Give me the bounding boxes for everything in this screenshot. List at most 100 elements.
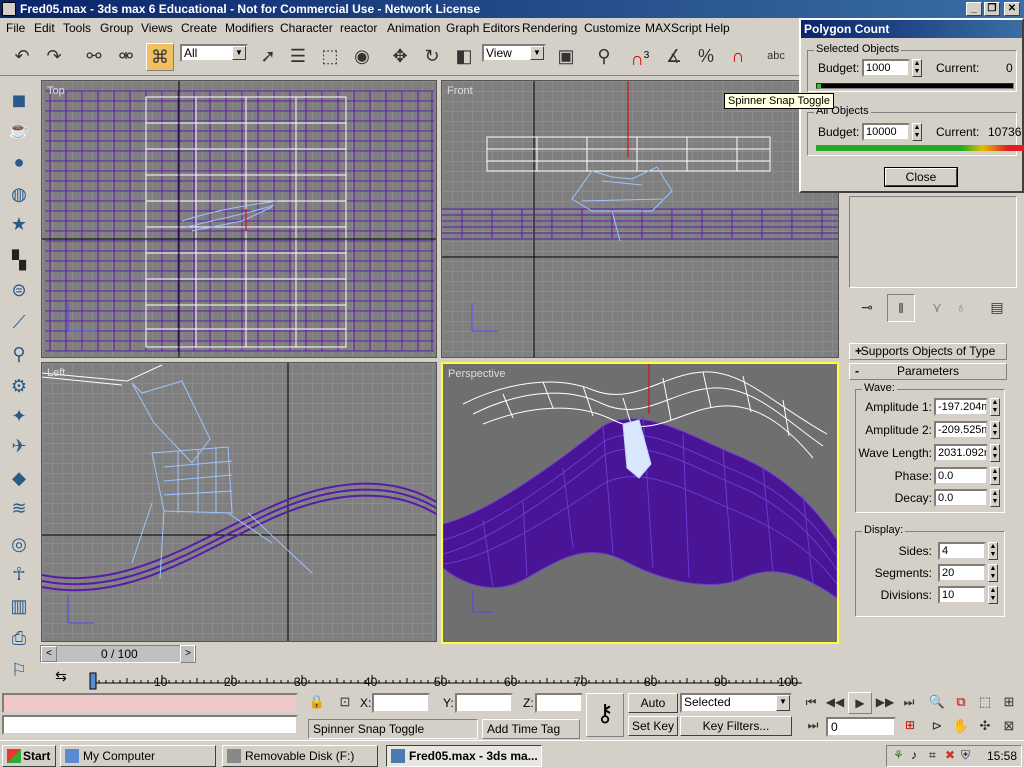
viewport-perspective[interactable]: Perspective	[441, 362, 839, 644]
spinner-arrows-icon[interactable]: ▲ ▼	[988, 564, 998, 582]
previous-frame-icon[interactable]: ◀◀	[824, 692, 846, 714]
viewport-left[interactable]: Left	[41, 362, 437, 642]
redo-icon[interactable]: ↷	[40, 43, 68, 71]
time-next-button[interactable]: >	[180, 645, 196, 663]
menu-maxscript[interactable]: MAXScript	[645, 21, 702, 35]
absolute-mode-icon[interactable]: ⊡	[334, 692, 356, 714]
select-manipulate-icon[interactable]: ⚲	[590, 43, 618, 71]
phase-input[interactable]: 0.0	[934, 467, 988, 485]
modifier-stack-list[interactable]	[849, 196, 1017, 288]
walk-icon[interactable]: ⚐	[7, 658, 31, 682]
amplitude1-input[interactable]: -197.204m	[934, 398, 988, 416]
field-of-view-icon[interactable]: ⊳	[926, 716, 948, 738]
open-minicurve-icon[interactable]: ⇆	[48, 668, 74, 686]
menu-views[interactable]: Views	[141, 21, 173, 35]
viewport-label-front[interactable]: Front	[447, 85, 473, 97]
tube-icon[interactable]: ⟋	[7, 310, 31, 334]
snap-toggle-icon[interactable]: ∩3	[626, 43, 654, 71]
spinner-arrows-icon[interactable]: ▲ ▼	[988, 542, 998, 560]
star-icon[interactable]: ★	[7, 212, 31, 236]
reference-coordinate-dropdown[interactable]: View ▼	[482, 44, 546, 62]
maxscript-input[interactable]	[2, 715, 298, 735]
helper-icon[interactable]: ✈	[7, 434, 31, 458]
next-frame-icon[interactable]: ▶▶	[874, 692, 896, 714]
teapot-icon[interactable]: ☕	[7, 118, 31, 142]
viewport-top[interactable]: Top	[41, 80, 437, 358]
menu-group[interactable]: Group	[100, 21, 133, 35]
menu-modifiers[interactable]: Modifiers	[225, 21, 274, 35]
spinner-arrows-icon[interactable]: ▲ ▼	[990, 398, 1000, 416]
unlink-icon[interactable]: ⚮	[112, 43, 140, 71]
y-coordinate-input[interactable]	[455, 693, 513, 713]
torus-icon[interactable]: ◎	[7, 532, 31, 556]
configure-sets-icon[interactable]: ▤	[983, 294, 1011, 322]
spinner-snap-icon[interactable]: ∩	[724, 43, 752, 71]
cylinder-icon[interactable]: ◍	[7, 182, 31, 206]
restore-button[interactable]: ❐	[984, 2, 1000, 16]
sides-input[interactable]: 4	[938, 542, 986, 560]
maxscript-listener-mini[interactable]	[2, 693, 298, 713]
x-coordinate-input[interactable]	[372, 693, 430, 713]
camera-icon[interactable]: ⎙	[7, 626, 31, 650]
viewport-label-top[interactable]: Top	[47, 85, 65, 97]
biped-icon[interactable]: ☥	[7, 562, 31, 586]
rollout-parameters[interactable]: - Parameters	[849, 363, 1007, 380]
pin-stack-icon[interactable]: ⊸	[853, 294, 881, 322]
select-rotate-icon[interactable]: ↻	[418, 43, 446, 71]
time-prev-button[interactable]: <	[41, 646, 57, 662]
menu-animation[interactable]: Animation	[387, 21, 440, 35]
sphere-icon[interactable]: ●	[7, 150, 31, 174]
light-icon[interactable]: ✦	[7, 404, 31, 428]
close-window-button[interactable]: ✕	[1004, 2, 1020, 16]
viewport-label-perspective[interactable]: Perspective	[448, 368, 505, 380]
pivot-center-icon[interactable]: ▣	[552, 43, 580, 71]
rollout-supports-objects[interactable]: + Supports Objects of Type	[849, 343, 1007, 360]
minimize-button[interactable]: _	[966, 2, 982, 16]
go-to-start-icon[interactable]: ⏮	[800, 692, 822, 714]
show-end-result-icon[interactable]: ‖	[887, 294, 915, 322]
track-bar[interactable]: 10 20 30 40 50 60 70 80 90 100	[40, 665, 845, 690]
shield-icon[interactable]: ⛨	[961, 748, 970, 763]
menu-create[interactable]: Create	[181, 21, 217, 35]
zoom-all-icon[interactable]: ⧉	[950, 692, 972, 714]
wave-icon[interactable]: ≋	[7, 496, 31, 520]
lock-selection-icon[interactable]: 🔒	[306, 692, 328, 714]
taskbar-removable-disk[interactable]: Removable Disk (F:)	[222, 745, 378, 767]
zoom-extents-all-icon[interactable]: ⊞	[998, 692, 1020, 714]
window-crossing-icon[interactable]: ◉	[348, 43, 376, 71]
time-slider-track[interactable]: < 0 / 100	[40, 645, 195, 663]
maximize-viewport-icon[interactable]: ⊠	[998, 716, 1020, 738]
undo-icon[interactable]: ↶	[8, 43, 36, 71]
menu-help[interactable]: Help	[705, 21, 730, 35]
usb-icon[interactable]: ⌗	[929, 748, 936, 763]
gear-icon[interactable]: ⚙	[7, 374, 31, 398]
selected-budget-input[interactable]: 1000	[862, 59, 910, 77]
current-frame-input[interactable]: 0	[826, 717, 896, 737]
decay-input[interactable]: 0.0	[934, 489, 988, 507]
key-mode-toggle-icon[interactable]: ⏭	[804, 716, 822, 736]
segments-input[interactable]: 20	[938, 564, 986, 582]
menu-tools[interactable]: Tools	[63, 21, 91, 35]
box-icon[interactable]: ◼	[7, 88, 31, 112]
select-by-name-icon[interactable]: ☰	[284, 43, 312, 71]
spinner-arrows-icon[interactable]: ▲ ▼	[912, 59, 922, 77]
spinner-arrows-icon[interactable]: ▲ ▼	[988, 586, 998, 604]
viewport-front[interactable]: Front	[441, 80, 839, 358]
auto-key-button[interactable]: Auto Key	[628, 693, 678, 728]
select-scale-icon[interactable]: ◧	[450, 43, 478, 71]
time-configuration-icon[interactable]: ⊞	[900, 716, 920, 736]
magnet-icon[interactable]: ⚲	[7, 342, 31, 366]
pan-hand-icon[interactable]: ✋	[950, 716, 972, 738]
disc-icon[interactable]: ⊜	[7, 278, 31, 302]
menu-reactor[interactable]: reactor	[340, 21, 377, 35]
menu-rendering[interactable]: Rendering	[522, 21, 577, 35]
start-button[interactable]: Start	[2, 745, 56, 767]
book-icon[interactable]: ▥	[7, 594, 31, 618]
taskbar-3dsmax[interactable]: Fred05.max - 3ds ma...	[386, 745, 542, 767]
menu-file[interactable]: File	[6, 21, 25, 35]
remove-modifier-icon[interactable]: ♁	[947, 294, 975, 322]
viewport-label-left[interactable]: Left	[47, 367, 65, 379]
named-selection-icon[interactable]: abc	[762, 43, 790, 71]
set-key-big-icon[interactable]: ⚷	[586, 693, 624, 737]
spinner-arrows-icon[interactable]: ▲ ▼	[990, 489, 1000, 507]
